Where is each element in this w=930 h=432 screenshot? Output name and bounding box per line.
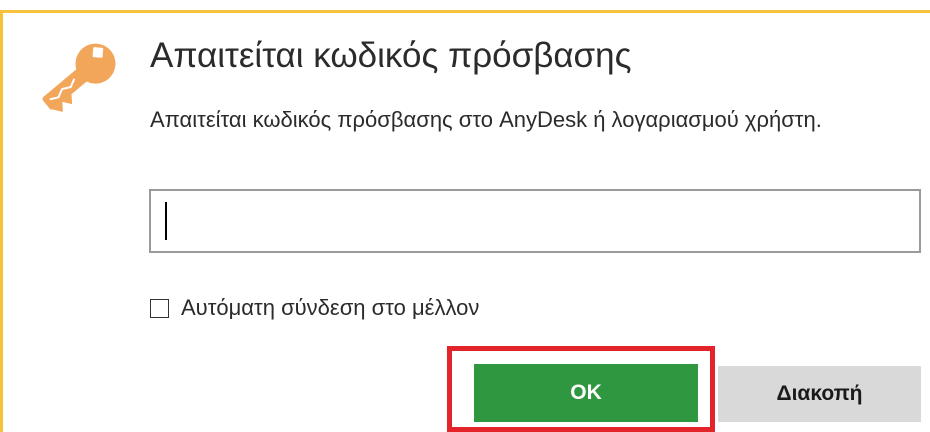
dialog-description: Απαιτείται κωδικός πρόσβασης στο AnyDesk… (150, 107, 822, 132)
password-dialog: Απαιτείται κωδικός πρόσβασης Απαιτείται … (0, 0, 930, 432)
auto-login-option[interactable]: Αυτόματη σύνδεση στο μέλλον (150, 292, 479, 324)
auto-login-label: Αυτόματη σύνδεση στο μέλλον (181, 295, 480, 320)
ok-button[interactable]: OK (474, 364, 698, 422)
accent-border-top (0, 10, 930, 13)
cancel-button[interactable]: Διακοπή (718, 366, 921, 422)
accent-border-left (0, 10, 3, 432)
key-icon (28, 32, 128, 122)
dialog-title: Απαιτείται κωδικός πρόσβασης (150, 36, 632, 75)
password-input[interactable] (149, 189, 921, 253)
auto-login-checkbox[interactable] (150, 298, 169, 318)
text-caret (165, 202, 167, 240)
